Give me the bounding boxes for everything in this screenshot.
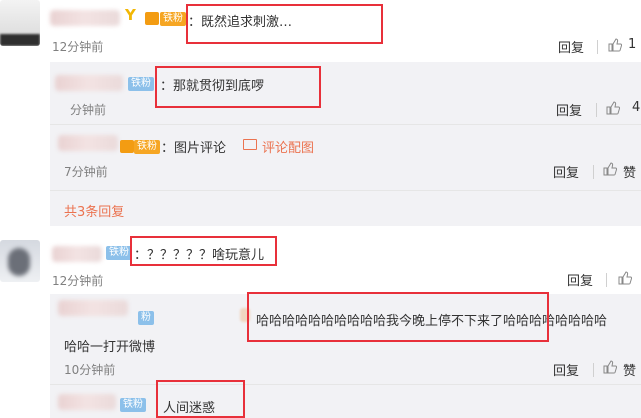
timestamp: 分钟前 bbox=[70, 103, 107, 117]
timestamp: 7分钟前 bbox=[64, 165, 108, 179]
reply-button[interactable]: 回复 bbox=[556, 100, 582, 119]
annotation-box bbox=[156, 380, 245, 418]
fan-badge: 铁粉 bbox=[160, 12, 186, 26]
image-comment-link[interactable]: 评论配图 bbox=[262, 137, 314, 156]
crown-icon bbox=[145, 12, 159, 25]
fan-badge: 粉 bbox=[138, 311, 154, 325]
username[interactable] bbox=[55, 75, 123, 91]
divider bbox=[50, 190, 641, 191]
reply-text: ：图片评论 bbox=[161, 141, 227, 156]
divider bbox=[596, 103, 597, 117]
vip-icon: Y bbox=[125, 6, 136, 24]
crown-icon bbox=[120, 140, 134, 153]
divider bbox=[50, 384, 641, 385]
like-icon[interactable] bbox=[606, 101, 620, 115]
reply-button[interactable]: 回复 bbox=[553, 162, 579, 181]
annotation-box bbox=[247, 292, 549, 342]
username[interactable] bbox=[52, 246, 102, 262]
reply-text-continued: 哈哈一打开微博 bbox=[64, 340, 156, 355]
like-icon[interactable] bbox=[603, 360, 617, 374]
like-label[interactable]: 赞 bbox=[623, 360, 636, 379]
fan-badge: 铁粉 bbox=[106, 246, 132, 260]
divider bbox=[593, 165, 594, 179]
fan-badge: 铁粉 bbox=[120, 398, 146, 412]
like-icon[interactable] bbox=[603, 162, 617, 176]
image-icon[interactable] bbox=[243, 139, 257, 150]
divider bbox=[50, 124, 641, 125]
reply-button[interactable]: 回复 bbox=[558, 37, 584, 56]
username[interactable] bbox=[58, 135, 118, 151]
more-replies-link[interactable]: 共3条回复 bbox=[64, 201, 124, 220]
like-label[interactable]: 赞 bbox=[623, 162, 636, 181]
username[interactable] bbox=[58, 300, 128, 316]
like-icon[interactable] bbox=[618, 271, 632, 285]
username[interactable] bbox=[50, 10, 120, 26]
like-count: 4 bbox=[632, 100, 641, 115]
annotation-box bbox=[130, 236, 277, 266]
like-count: 1 bbox=[628, 37, 637, 52]
annotation-box bbox=[155, 66, 321, 108]
fan-badge: 铁粉 bbox=[128, 77, 154, 91]
reply-button[interactable]: 回复 bbox=[553, 360, 579, 379]
divider bbox=[606, 273, 607, 287]
like-icon[interactable] bbox=[608, 38, 622, 52]
fan-badge: 铁粉 bbox=[134, 140, 160, 154]
timestamp: 12分钟前 bbox=[52, 274, 104, 288]
timestamp: 10分钟前 bbox=[64, 363, 116, 377]
username[interactable] bbox=[58, 394, 116, 410]
avatar[interactable] bbox=[0, 0, 40, 46]
divider bbox=[593, 363, 594, 377]
timestamp: 12分钟前 bbox=[52, 40, 104, 54]
annotation-box bbox=[186, 4, 383, 44]
avatar[interactable] bbox=[0, 240, 40, 282]
divider bbox=[597, 40, 598, 54]
reply-button[interactable]: 回复 bbox=[567, 270, 593, 289]
